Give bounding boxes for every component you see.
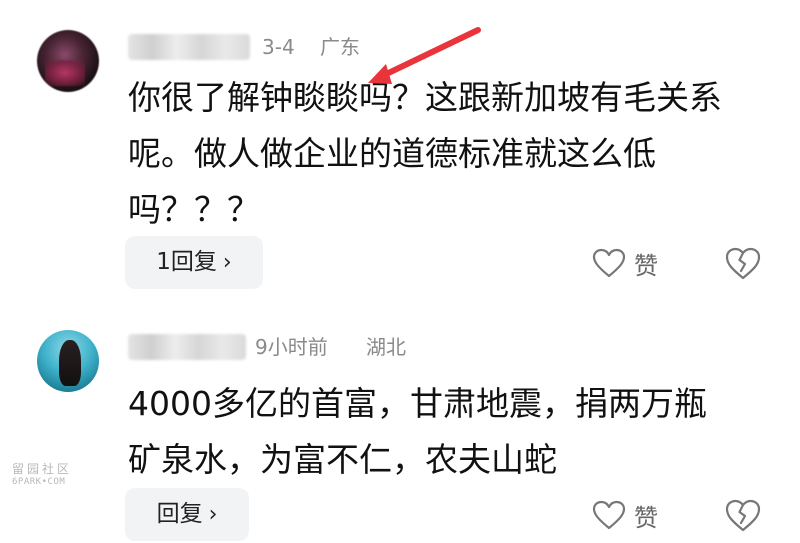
comment-body-line: 呢。做人做企业的道德标准就这么低 bbox=[128, 134, 656, 173]
comment-body: 你很了解钟睒睒吗？这跟新加坡有毛关系 呢。做人做企业的道德标准就这么低 吗？？？ bbox=[128, 70, 722, 238]
comment-location: 湖北 bbox=[366, 335, 406, 359]
broken-heart-icon[interactable] bbox=[723, 243, 763, 283]
comment-body-line: 你很了解钟睒睒吗？这跟新加坡有毛关系 bbox=[128, 78, 722, 117]
site-watermark: 留园社区 6PARK•COM bbox=[12, 462, 82, 488]
comment-body: 4000多亿的首富，甘肃地震，捐两万瓶 矿泉水，为富不仁，农夫山蛇 bbox=[128, 376, 707, 488]
reply-button-label: 1回复 bbox=[156, 249, 217, 275]
comment-date: 9小时前 bbox=[255, 335, 328, 359]
comment-body-line: 4000多亿的首富，甘肃地震，捐两万瓶 bbox=[128, 384, 707, 423]
reply-button[interactable]: 回复 › bbox=[125, 488, 249, 541]
watermark-bottom: 6PARK•COM bbox=[12, 477, 66, 487]
username-blurred[interactable] bbox=[128, 34, 250, 60]
chevron-right-icon: › bbox=[222, 250, 232, 275]
chevron-right-icon: › bbox=[208, 502, 218, 527]
watermark-top: 留园社区 bbox=[12, 462, 73, 476]
avatar[interactable] bbox=[37, 30, 99, 92]
reply-button[interactable]: 1回复 › bbox=[125, 236, 263, 289]
like-button[interactable]: 赞 bbox=[592, 495, 658, 535]
avatar[interactable] bbox=[37, 330, 99, 392]
comment-body-line: 矿泉水，为富不仁，农夫山蛇 bbox=[128, 440, 557, 479]
like-label: 赞 bbox=[634, 503, 658, 532]
like-button[interactable]: 赞 bbox=[592, 243, 658, 283]
comment-body-line: 吗？？？ bbox=[128, 190, 260, 229]
like-label: 赞 bbox=[634, 251, 658, 280]
comment-item: 3-4 广东 你很了解钟睒睒吗？这跟新加坡有毛关系 呢。做人做企业的道德标准就这… bbox=[0, 0, 800, 300]
username-blurred[interactable] bbox=[128, 334, 246, 360]
comment-location: 广东 bbox=[320, 35, 360, 59]
comment-date: 3-4 bbox=[262, 35, 295, 59]
comment-item: 9小时前 湖北 4000多亿的首富，甘肃地震，捐两万瓶 矿泉水，为富不仁，农夫山… bbox=[0, 300, 800, 543]
reply-button-label: 回复 bbox=[156, 501, 203, 527]
heart-outline-icon bbox=[592, 500, 626, 530]
broken-heart-icon[interactable] bbox=[723, 495, 763, 535]
heart-outline-icon bbox=[592, 248, 626, 278]
